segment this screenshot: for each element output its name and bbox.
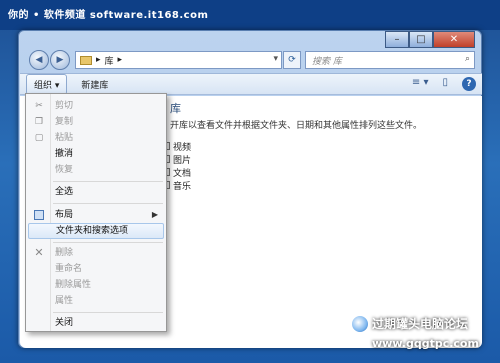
close-button[interactable]: ✕ — [433, 31, 475, 48]
breadcrumb-library[interactable]: 库 — [105, 54, 114, 67]
menu-item-remove-properties[interactable]: 删除属性 — [28, 277, 164, 293]
view-controls: ≡ ▾ ▯ ? — [412, 77, 476, 91]
address-bar[interactable]: ▸ 库 ▸ ▾ — [75, 51, 282, 69]
back-button[interactable]: ◀ — [29, 50, 49, 70]
menu-item-undo[interactable]: 撤消 — [28, 146, 164, 162]
view-options-icon[interactable]: ≡ ▾ — [412, 77, 429, 91]
menu-item-select-all[interactable]: 全选 — [28, 184, 164, 200]
forward-button[interactable]: ▶ — [50, 50, 70, 70]
menu-item-delete[interactable]: ✕ 删除 — [28, 245, 164, 261]
copy-icon: ❐ — [34, 117, 44, 127]
help-icon[interactable]: ? — [462, 77, 476, 91]
breadcrumb-arrow-icon[interactable]: ▸ — [96, 55, 101, 65]
folder-icon — [80, 55, 92, 65]
watermark-title: 过期罐头电脑论坛 — [372, 317, 469, 331]
menu-item-copy[interactable]: ❐ 复制 — [28, 114, 164, 130]
menu-item-folder-search-options[interactable]: 文件夹和搜索选项 — [28, 223, 164, 239]
address-dropdown-icon[interactable]: ▾ — [273, 54, 278, 64]
organize-menu: ✂ 剪切 ❐ 复制 ▢ 粘贴 撤消 恢复 全选 布局 ▶ 文件夹和搜索选项 ✕ … — [25, 93, 167, 332]
command-bar: 组织 ▾ 新建库 ≡ ▾ ▯ ? — [20, 73, 482, 95]
refresh-button[interactable]: ⟳ — [283, 51, 301, 69]
menu-item-properties[interactable]: 属性 — [28, 293, 164, 309]
breadcrumb-separator-icon[interactable]: ▸ — [118, 55, 123, 65]
navigation-bar: ◀ ▶ ▸ 库 ▸ ▾ ⟳ 搜索 库 ⌕ — [25, 47, 477, 71]
watermark-site: www.gqgtpc.com — [372, 337, 479, 350]
cut-icon: ✂ — [35, 101, 43, 111]
submenu-arrow-icon: ▶ — [151, 210, 158, 219]
layout-icon — [34, 210, 44, 220]
menu-separator — [53, 242, 163, 243]
menu-item-paste[interactable]: ▢ 粘贴 — [28, 130, 164, 146]
delete-icon: ✕ — [34, 246, 44, 259]
menu-separator — [53, 203, 163, 204]
search-icon[interactable]: ⌕ — [465, 54, 470, 64]
forum-watermark: 过期罐头电脑论坛 www.gqgtpc.com — [350, 308, 495, 358]
site-banner: 你的 • 软件频道 software.it168.com — [0, 0, 500, 30]
preview-pane-icon[interactable]: ▯ — [442, 77, 448, 91]
menu-item-layout[interactable]: 布局 ▶ — [28, 207, 164, 223]
paste-icon: ▢ — [34, 133, 44, 143]
window-controls: – □ ✕ — [385, 31, 475, 48]
forum-logo-icon — [350, 314, 370, 334]
library-heading: 库 — [170, 102, 181, 115]
maximize-button[interactable]: □ — [409, 31, 433, 48]
library-description: 开库以查看文件并根据文件夹、日期和其他属性排列这些文件。 — [170, 121, 423, 131]
menu-separator — [53, 312, 163, 313]
new-library-button[interactable]: 新建库 — [77, 75, 112, 94]
menu-item-rename[interactable]: 重命名 — [28, 261, 164, 277]
minimize-button[interactable]: – — [385, 31, 409, 48]
menu-item-redo[interactable]: 恢复 — [28, 162, 164, 178]
organize-button[interactable]: 组织 ▾ — [26, 73, 68, 95]
menu-separator — [53, 181, 163, 182]
menu-item-cut[interactable]: ✂ 剪切 — [28, 98, 164, 114]
banner-text: 你的 • 软件频道 software.it168.com — [8, 10, 209, 21]
search-placeholder: 搜索 库 — [312, 57, 342, 67]
menu-item-close[interactable]: 关闭 — [28, 315, 164, 331]
search-input[interactable]: 搜索 库 ⌕ — [305, 51, 475, 69]
